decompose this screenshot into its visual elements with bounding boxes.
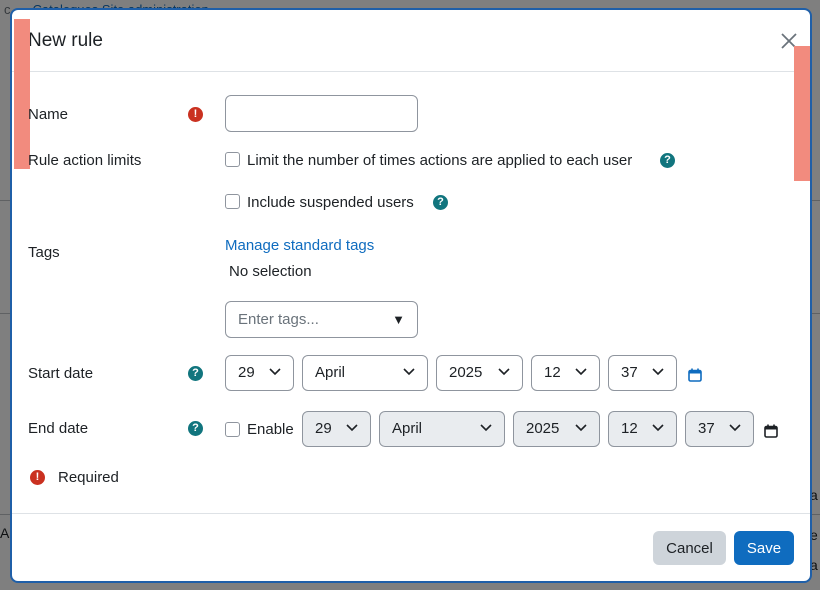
end-day-select[interactable]: 29 bbox=[302, 411, 371, 447]
chevron-down-icon bbox=[403, 368, 415, 376]
limit-actions-label[interactable]: Limit the number of times actions are ap… bbox=[247, 152, 632, 169]
help-icon[interactable]: ? bbox=[188, 366, 203, 381]
start-hour-select[interactable]: 12 bbox=[531, 355, 600, 391]
end-date-label: End date bbox=[28, 420, 89, 437]
tags-placeholder: Enter tags... bbox=[238, 311, 319, 328]
save-button[interactable]: Save bbox=[734, 531, 794, 565]
chevron-down-icon bbox=[480, 424, 492, 432]
end-month-value: April bbox=[392, 420, 423, 437]
start-month-value: April bbox=[315, 364, 346, 381]
help-icon[interactable]: ? bbox=[660, 153, 675, 168]
end-month-select[interactable]: April bbox=[379, 411, 505, 447]
include-suspended-label[interactable]: Include suspended users bbox=[247, 194, 414, 211]
limit-actions-checkbox[interactable] bbox=[225, 152, 240, 167]
calendar-icon[interactable] bbox=[764, 424, 778, 438]
help-icon[interactable]: ? bbox=[433, 195, 448, 210]
calendar-icon[interactable] bbox=[688, 368, 702, 382]
end-year-select[interactable]: 2025 bbox=[513, 411, 600, 447]
chevron-down-icon bbox=[652, 368, 664, 376]
tags-autocomplete-input[interactable]: Enter tags... ▼ bbox=[225, 301, 418, 338]
tags-selection-text: No selection bbox=[229, 263, 312, 280]
start-minute-select[interactable]: 37 bbox=[608, 355, 677, 391]
start-year-select[interactable]: 2025 bbox=[436, 355, 523, 391]
highlight-bar-left bbox=[14, 19, 30, 169]
name-label: Name bbox=[28, 106, 69, 123]
end-date-enable-label[interactable]: Enable bbox=[247, 421, 294, 438]
start-day-select[interactable]: 29 bbox=[225, 355, 294, 391]
end-date-enable-checkbox[interactable] bbox=[225, 422, 240, 437]
help-icon[interactable]: ? bbox=[188, 421, 203, 436]
end-minute-value: 37 bbox=[698, 420, 715, 437]
modal-header: New rule bbox=[12, 10, 810, 72]
end-hour-value: 12 bbox=[621, 420, 638, 437]
cancel-button[interactable]: Cancel bbox=[653, 531, 726, 565]
start-minute-value: 37 bbox=[621, 364, 638, 381]
start-year-value: 2025 bbox=[449, 364, 483, 381]
required-icon: ! bbox=[30, 470, 45, 485]
end-day-value: 29 bbox=[315, 420, 332, 437]
modal-title: New rule bbox=[28, 30, 103, 51]
chevron-down-icon bbox=[498, 368, 510, 376]
required-icon: ! bbox=[188, 107, 203, 122]
manage-standard-tags-link[interactable]: Manage standard tags bbox=[225, 237, 374, 254]
chevron-down-icon bbox=[346, 424, 358, 432]
chevron-down-icon bbox=[729, 424, 741, 432]
highlight-bar-right bbox=[794, 46, 810, 181]
rule-action-limits-label: Rule action limits bbox=[28, 152, 142, 169]
new-rule-dialog: New rule Name ! Rule action limits Limit… bbox=[10, 8, 812, 583]
end-year-value: 2025 bbox=[526, 420, 560, 437]
start-month-select[interactable]: April bbox=[302, 355, 428, 391]
end-minute-select[interactable]: 37 bbox=[685, 411, 754, 447]
start-day-value: 29 bbox=[238, 364, 255, 381]
chevron-down-icon bbox=[575, 368, 587, 376]
chevron-down-icon bbox=[652, 424, 664, 432]
tags-label: Tags bbox=[28, 244, 60, 261]
name-input[interactable] bbox=[225, 95, 418, 132]
include-suspended-checkbox[interactable] bbox=[225, 194, 240, 209]
start-hour-value: 12 bbox=[544, 364, 561, 381]
modal-footer: Cancel Save bbox=[12, 513, 810, 581]
chevron-down-icon bbox=[269, 368, 281, 376]
start-date-label: Start date bbox=[28, 365, 94, 382]
caret-down-icon[interactable]: ▼ bbox=[392, 302, 405, 337]
chevron-down-icon bbox=[575, 424, 587, 432]
end-hour-select[interactable]: 12 bbox=[608, 411, 677, 447]
required-note: Required bbox=[58, 469, 119, 486]
